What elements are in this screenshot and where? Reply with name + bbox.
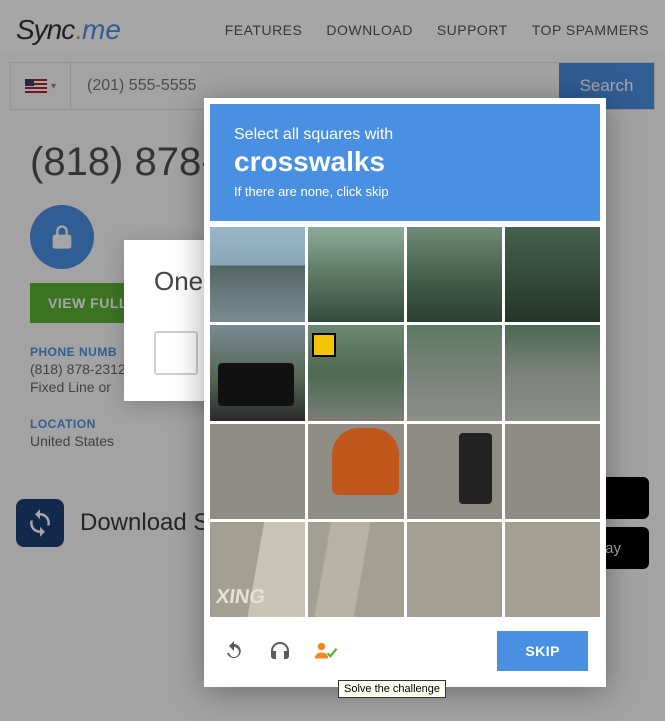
captcha-tile-1[interactable] [210,227,305,322]
captcha-tile-14[interactable] [308,522,403,617]
captcha-tile-8[interactable] [505,325,600,420]
captcha-tile-16[interactable] [505,522,600,617]
recaptcha-image-grid [210,227,600,617]
tooltip: Solve the challenge [338,680,446,698]
captcha-tile-13[interactable] [210,522,305,617]
recaptcha-instruction-line1: Select all squares with [234,126,576,144]
captcha-tile-3[interactable] [407,227,502,322]
captcha-tile-15[interactable] [407,522,502,617]
skip-button[interactable]: SKIP [497,631,588,671]
captcha-tile-2[interactable] [308,227,403,322]
captcha-tile-11[interactable] [407,424,502,519]
recaptcha-header: Select all squares with crosswalks If th… [210,104,600,221]
captcha-tile-7[interactable] [407,325,502,420]
recaptcha-challenge: Select all squares with crosswalks If th… [204,98,606,687]
audio-challenge-icon[interactable] [268,639,292,663]
recaptcha-instruction-line3: If there are none, click skip [234,184,576,199]
recaptcha-target-word: crosswalks [234,146,576,178]
captcha-tile-6[interactable] [308,325,403,420]
info-icon[interactable] [314,639,338,663]
reload-icon[interactable] [222,639,246,663]
captcha-tile-10[interactable] [308,424,403,519]
recaptcha-footer: SKIP [210,617,600,681]
captcha-tile-12[interactable] [505,424,600,519]
captcha-tile-5[interactable] [210,325,305,420]
recaptcha-checkbox[interactable] [154,331,198,375]
captcha-tile-9[interactable] [210,424,305,519]
captcha-tile-4[interactable] [505,227,600,322]
